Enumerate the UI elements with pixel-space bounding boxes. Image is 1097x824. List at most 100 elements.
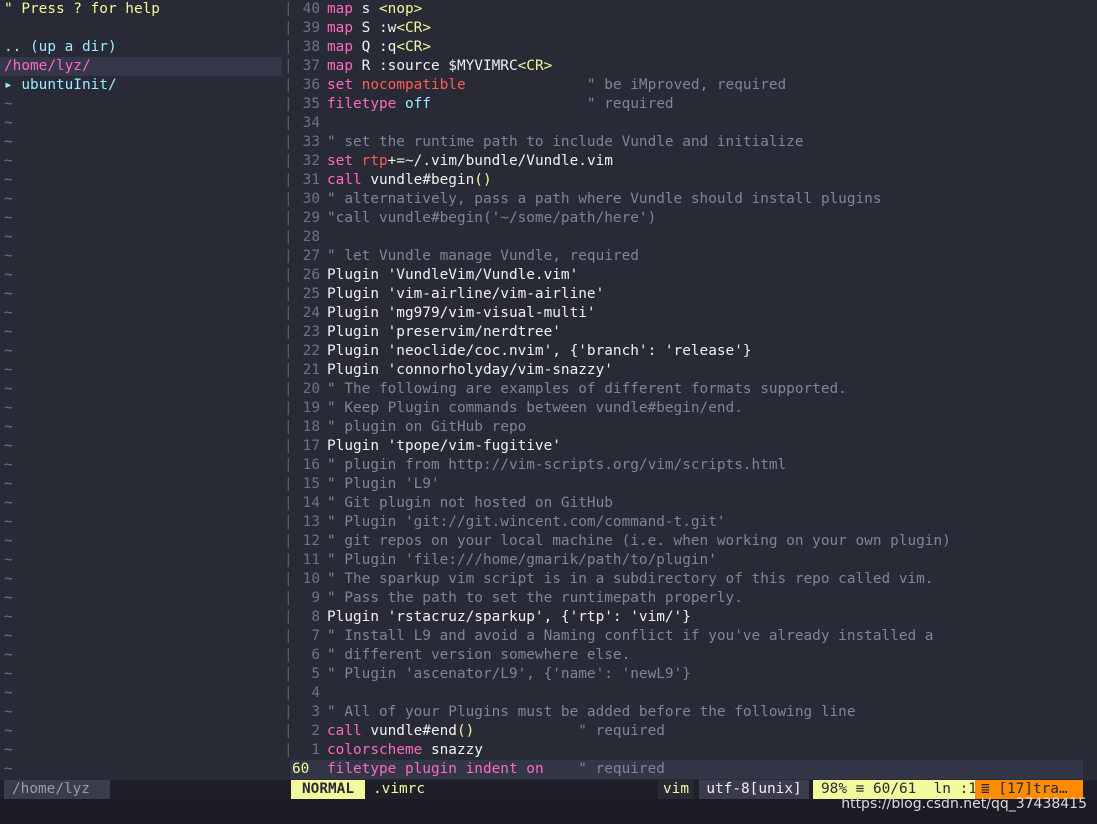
watermark: https://blog.csdn.net/qq_37438415: [841, 796, 1087, 812]
code-token: vundle#begin: [361, 172, 475, 188]
line-number: 21: [302, 362, 320, 378]
code-line[interactable]: " The following are examples of differen…: [327, 380, 847, 399]
code-token: " Pass the path to set the runtimepath p…: [327, 590, 743, 606]
code-line[interactable]: map Q :q<CR>: [327, 38, 431, 57]
code-line[interactable]: " set the runtime path to include Vundle…: [327, 133, 804, 152]
empty-line-tilde: ~: [4, 647, 13, 663]
nerdtree-up-dir[interactable]: .. (up a dir): [4, 38, 117, 57]
code-line[interactable]: Plugin 'VundleVim/Vundle.vim': [327, 266, 578, 285]
empty-line-tilde: ~: [4, 571, 13, 587]
code-line[interactable]: " plugin on GitHub repo: [327, 418, 526, 437]
nerdtree-dir-ubuntuinit[interactable]: ▸ ubuntuInit/: [4, 76, 117, 95]
code-line[interactable]: map S :w<CR>: [327, 19, 431, 38]
line-number: 28: [302, 229, 320, 245]
code-token: map: [327, 20, 353, 36]
code-line[interactable]: " Plugin 'git://git.wincent.com/command-…: [327, 513, 726, 532]
line-number: 25: [302, 286, 320, 302]
code-line[interactable]: " alternatively, pass a path where Vundl…: [327, 190, 882, 209]
empty-line-tilde: ~: [4, 552, 13, 568]
code-line[interactable]: Plugin 'mg979/vim-visual-multi': [327, 304, 596, 323]
code-token: Plugin 'rstacruz/sparkup', {'rtp': 'vim/…: [327, 609, 691, 625]
code-line[interactable]: map R :source $MYVIMRC<CR>: [327, 57, 552, 76]
code-line[interactable]: " let Vundle manage Vundle, required: [327, 247, 639, 266]
nerdtree-root[interactable]: /home/lyz/: [4, 57, 91, 76]
line-number: 23: [302, 324, 320, 340]
code-line[interactable]: " Install L9 and avoid a Naming conflict…: [327, 627, 933, 646]
empty-line-tilde: ~: [4, 438, 13, 454]
code-token: " All of your Plugins must be added befo…: [327, 704, 856, 720]
code-line[interactable]: set rtp+=~/.vim/bundle/Vundle.vim: [327, 152, 613, 171]
empty-line-tilde: ~: [4, 400, 13, 416]
code-token: " plugin on GitHub repo: [327, 419, 527, 435]
code-token: colorscheme: [327, 742, 423, 758]
code-line[interactable]: Plugin 'connorholyday/vim-snazzy': [327, 361, 613, 380]
code-token: Plugin 'neoclide/coc.nvim', {'branch': '…: [327, 343, 752, 359]
empty-line-tilde: ~: [4, 343, 13, 359]
empty-line-tilde: ~: [4, 267, 13, 283]
code-line[interactable]: Plugin 'neoclide/coc.nvim', {'branch': '…: [327, 342, 752, 361]
code-line[interactable]: Plugin 'tpope/vim-fugitive': [327, 437, 561, 456]
empty-line-tilde: ~: [4, 229, 13, 245]
code-line[interactable]: " Keep Plugin commands between vundle#be…: [327, 399, 743, 418]
code-token: (): [456, 723, 475, 739]
line-number: 11: [302, 552, 320, 568]
code-line[interactable]: set nocompatible " be iMproved, required: [327, 76, 786, 95]
code-line[interactable]: colorscheme snazzy: [327, 741, 483, 760]
code-line[interactable]: " git repos on your local machine (i.e. …: [327, 532, 951, 551]
mode-indicator: NORMAL: [291, 780, 365, 799]
code-token: " The following are examples of differen…: [327, 381, 847, 397]
code-token: Plugin 'VundleVim/Vundle.vim': [327, 267, 579, 283]
code-token: snazzy: [422, 742, 483, 758]
line-number: 34: [302, 115, 320, 131]
code-line[interactable]: " The sparkup vim script is in a subdire…: [327, 570, 933, 589]
code-token: Plugin 'connorholyday/vim-snazzy': [327, 362, 613, 378]
code-line[interactable]: " Git plugin not hosted on GitHub: [327, 494, 613, 513]
code-token: " git repos on your local machine (i.e. …: [327, 533, 951, 549]
code-line[interactable]: Plugin 'preservim/nerdtree': [327, 323, 561, 342]
code-line[interactable]: filetype off " required: [327, 95, 674, 114]
empty-line-tilde: ~: [4, 115, 13, 131]
code-line[interactable]: " Plugin 'L9': [327, 475, 440, 494]
empty-line-tilde: ~: [4, 457, 13, 473]
line-number: 32: [302, 153, 320, 169]
code-token: " The sparkup vim script is in a subdire…: [327, 571, 934, 587]
empty-line-tilde: ~: [4, 590, 13, 606]
code-token: vundle#end: [361, 723, 457, 739]
status-filename: .vimrc: [373, 781, 425, 797]
empty-line-tilde: ~: [4, 305, 13, 321]
code-line[interactable]: "call vundle#begin('~/some/path/here'): [327, 209, 656, 228]
code-token: Plugin 'vim-airline/vim-airline': [327, 286, 605, 302]
code-line[interactable]: map s <nop>: [327, 0, 422, 19]
empty-line-tilde: ~: [4, 191, 13, 207]
code-line[interactable]: " All of your Plugins must be added befo…: [327, 703, 856, 722]
line-number: 26: [302, 267, 320, 283]
code-token: set: [327, 77, 353, 93]
code-line[interactable]: call vundle#begin(): [327, 171, 492, 190]
code-token: " required: [543, 761, 665, 777]
code-line[interactable]: Plugin 'rstacruz/sparkup', {'rtp': 'vim/…: [327, 608, 691, 627]
code-token: plugin: [404, 761, 457, 777]
code-line[interactable]: call vundle#end() " required: [327, 722, 665, 741]
code-line[interactable]: " different version somewhere else.: [327, 646, 630, 665]
code-token: +=~/.vim/bundle/Vundle.vim: [387, 153, 613, 169]
empty-line-tilde: ~: [4, 742, 13, 758]
empty-line-tilde: ~: [4, 495, 13, 511]
code-line-current[interactable]: filetype plugin indent on " required: [327, 760, 665, 779]
status-filetype: vim: [658, 780, 694, 799]
code-line[interactable]: " plugin from http://vim-scripts.org/vim…: [327, 456, 786, 475]
code-line[interactable]: " Pass the path to set the runtimepath p…: [327, 589, 743, 608]
code-line[interactable]: Plugin 'vim-airline/vim-airline': [327, 285, 604, 304]
empty-line-tilde: ~: [4, 609, 13, 625]
code-line[interactable]: " Plugin 'ascenator/L9', {'name': 'newL9…: [327, 665, 691, 684]
code-token: set: [327, 153, 353, 169]
line-number: 16: [302, 457, 320, 473]
code-token: " let Vundle manage Vundle, required: [327, 248, 639, 264]
line-number: 8: [311, 609, 320, 625]
line-number: 9: [311, 590, 320, 606]
code-line[interactable]: " Plugin 'file:///home/gmarik/path/to/pl…: [327, 551, 717, 570]
